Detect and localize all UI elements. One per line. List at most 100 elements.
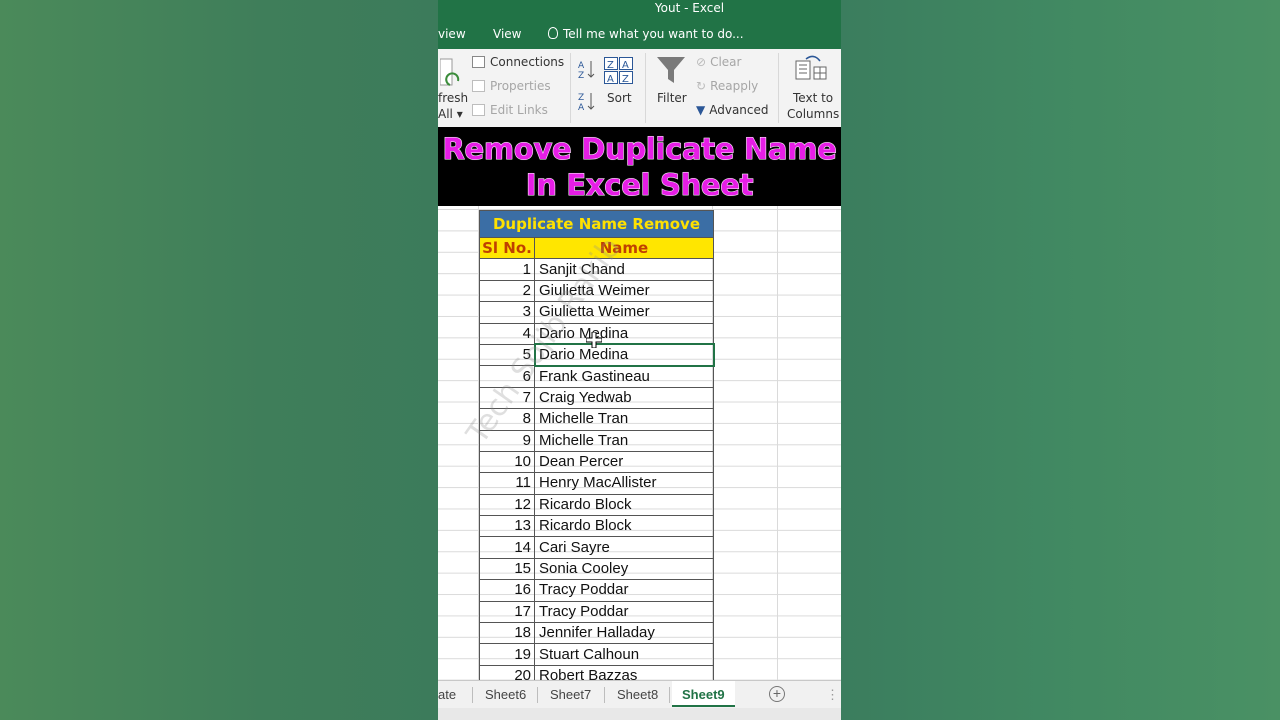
ribbon-tabs: view View Tell me what you want to do... <box>438 18 841 49</box>
tab-separator <box>537 687 538 703</box>
window-title: Yout - Excel <box>654 1 725 15</box>
sl-no-cell[interactable]: 13 <box>479 515 535 538</box>
table-row: 13 Ricardo Block <box>479 515 714 538</box>
sheet-tab-sheet7[interactable]: Sheet7 <box>550 687 591 702</box>
tab-view[interactable]: View <box>493 27 521 41</box>
advanced-button[interactable]: ▼ Advanced <box>696 103 769 117</box>
sort-button[interactable]: Sort <box>607 91 632 105</box>
name-cell[interactable]: Sanjit Chand <box>534 258 714 281</box>
background-left <box>0 0 438 720</box>
reapply-button[interactable]: ↻ Reapply <box>696 79 758 93</box>
header-sl-no[interactable]: Sl No. <box>479 236 535 260</box>
sl-no-cell[interactable]: 2 <box>479 279 535 303</box>
name-cell[interactable]: Michelle Tran <box>534 429 714 452</box>
name-cell[interactable]: Dean Percer <box>534 450 714 474</box>
text-to-columns-icon <box>795 55 827 80</box>
sheet-tab-sheet9[interactable]: Sheet9 <box>672 681 735 707</box>
data-table: Duplicate Name Remove Sl No. Name 1 Sanji… <box>479 210 715 688</box>
table-row: 17 Tracy Poddar <box>479 600 714 624</box>
cell-cursor-icon <box>586 332 602 348</box>
name-cell[interactable]: Giulietta Weimer <box>534 279 714 303</box>
table-row: 12 Ricardo Block <box>479 493 714 517</box>
table-row: 11 Henry MacAllister <box>479 472 714 495</box>
sl-no-cell[interactable]: 7 <box>479 386 535 410</box>
name-cell[interactable]: Dario Medina <box>534 322 714 345</box>
table-row: 16 Tracy Poddar <box>479 579 714 602</box>
reapply-icon: ↻ <box>696 79 707 93</box>
name-cell[interactable]: Stuart Calhoun <box>534 643 714 666</box>
sl-no-cell[interactable]: 17 <box>479 600 535 624</box>
sheet-tab-sheet6[interactable]: Sheet6 <box>485 687 526 702</box>
sl-no-cell[interactable]: 9 <box>479 429 535 452</box>
connections-button[interactable]: Connections <box>472 55 564 69</box>
sort-z-to-a-icon[interactable]: Z A <box>578 91 596 113</box>
table-row: 19 Stuart Calhoun <box>479 643 714 666</box>
sl-no-cell[interactable]: 3 <box>479 301 535 324</box>
filter-icon <box>657 57 685 83</box>
sl-no-cell[interactable]: 16 <box>479 579 535 602</box>
edit-links-icon <box>472 104 485 116</box>
tab-review[interactable]: view <box>438 27 466 41</box>
sl-no-cell[interactable]: 1 <box>479 258 535 281</box>
name-cell[interactable]: Frank Gastineau <box>534 365 714 388</box>
sl-no-cell[interactable]: 8 <box>479 408 535 431</box>
table-row: 2 Giulietta Weimer <box>479 279 714 303</box>
clear-label: Clear <box>710 55 742 69</box>
background-right <box>841 0 1280 720</box>
name-cell[interactable]: Henry MacAllister <box>534 472 714 495</box>
name-cell[interactable]: Craig Yedwab <box>534 386 714 410</box>
table-row: 3 Giulietta Weimer <box>479 301 714 324</box>
sl-no-cell[interactable]: 12 <box>479 493 535 517</box>
table-row: 9 Michelle Tran <box>479 429 714 452</box>
clear-button[interactable]: ⊘ Clear <box>696 55 741 69</box>
name-cell[interactable]: Tracy Poddar <box>534 600 714 624</box>
sheet-tab-bar: ate Sheet6 Sheet7 Sheet8 Sheet9 + ⋮ <box>438 680 841 709</box>
name-cell[interactable]: Sonia Cooley <box>534 557 714 581</box>
name-cell[interactable]: Ricardo Block <box>534 493 714 517</box>
name-cell[interactable]: Giulietta Weimer <box>534 301 714 324</box>
svg-text:Z: Z <box>578 71 584 81</box>
sheet-tab-sheet8[interactable]: Sheet8 <box>617 687 658 702</box>
sl-no-cell[interactable]: 6 <box>479 365 535 388</box>
sheet-tab[interactable]: ate <box>438 687 456 702</box>
sl-no-cell[interactable]: 10 <box>479 450 535 474</box>
sl-no-cell[interactable]: 5 <box>479 343 535 367</box>
refresh-label[interactable]: fresh <box>438 91 468 105</box>
sort-a-to-z-icon[interactable]: A Z <box>578 59 596 81</box>
text-to-label[interactable]: Text to <box>793 91 833 105</box>
refresh-all-label: All <box>438 107 453 121</box>
connections-icon <box>472 56 485 68</box>
sl-no-cell[interactable]: 18 <box>479 622 535 645</box>
columns-label[interactable]: Columns <box>787 107 839 121</box>
svg-text:Z: Z <box>622 74 629 85</box>
add-sheet-icon[interactable]: + <box>769 686 785 702</box>
refresh-all-button[interactable]: All ▾ <box>438 107 463 121</box>
table-row: 10 Dean Percer <box>479 450 714 474</box>
sl-no-cell[interactable]: 19 <box>479 643 535 666</box>
name-cell[interactable]: Ricardo Block <box>534 515 714 538</box>
banner-line-1: Remove Duplicate Name <box>442 132 837 167</box>
connections-label: Connections <box>490 55 565 69</box>
header-name[interactable]: Name <box>534 236 714 260</box>
name-cell[interactable]: Jennifer Halladay <box>534 622 714 645</box>
sl-no-cell[interactable]: 11 <box>479 472 535 495</box>
filter-button[interactable]: Filter <box>657 91 687 105</box>
properties-button[interactable]: Properties <box>472 79 551 93</box>
sl-no-cell[interactable]: 14 <box>479 536 535 559</box>
advanced-filter-icon: ▼ <box>696 103 706 117</box>
more-options-icon[interactable]: ⋮ <box>826 687 839 703</box>
tell-me-box[interactable]: Tell me what you want to do... <box>548 27 744 41</box>
name-cell[interactable]: Michelle Tran <box>534 408 714 431</box>
status-strip <box>438 708 841 720</box>
name-cell[interactable]: Cari Sayre <box>534 536 714 559</box>
name-cell[interactable]: Dario Medina <box>533 343 715 367</box>
sl-no-cell[interactable]: 4 <box>479 322 535 345</box>
svg-text:A: A <box>578 103 585 113</box>
refresh-all-icon <box>440 58 460 86</box>
sl-no-cell[interactable]: 15 <box>479 557 535 581</box>
name-cell[interactable]: Tracy Poddar <box>534 579 714 602</box>
table-row: 1 Sanjit Chand <box>479 258 714 281</box>
table-title-cell[interactable]: Duplicate Name Remove <box>479 210 714 238</box>
tab-separator <box>669 687 670 703</box>
edit-links-button[interactable]: Edit Links <box>472 103 548 117</box>
